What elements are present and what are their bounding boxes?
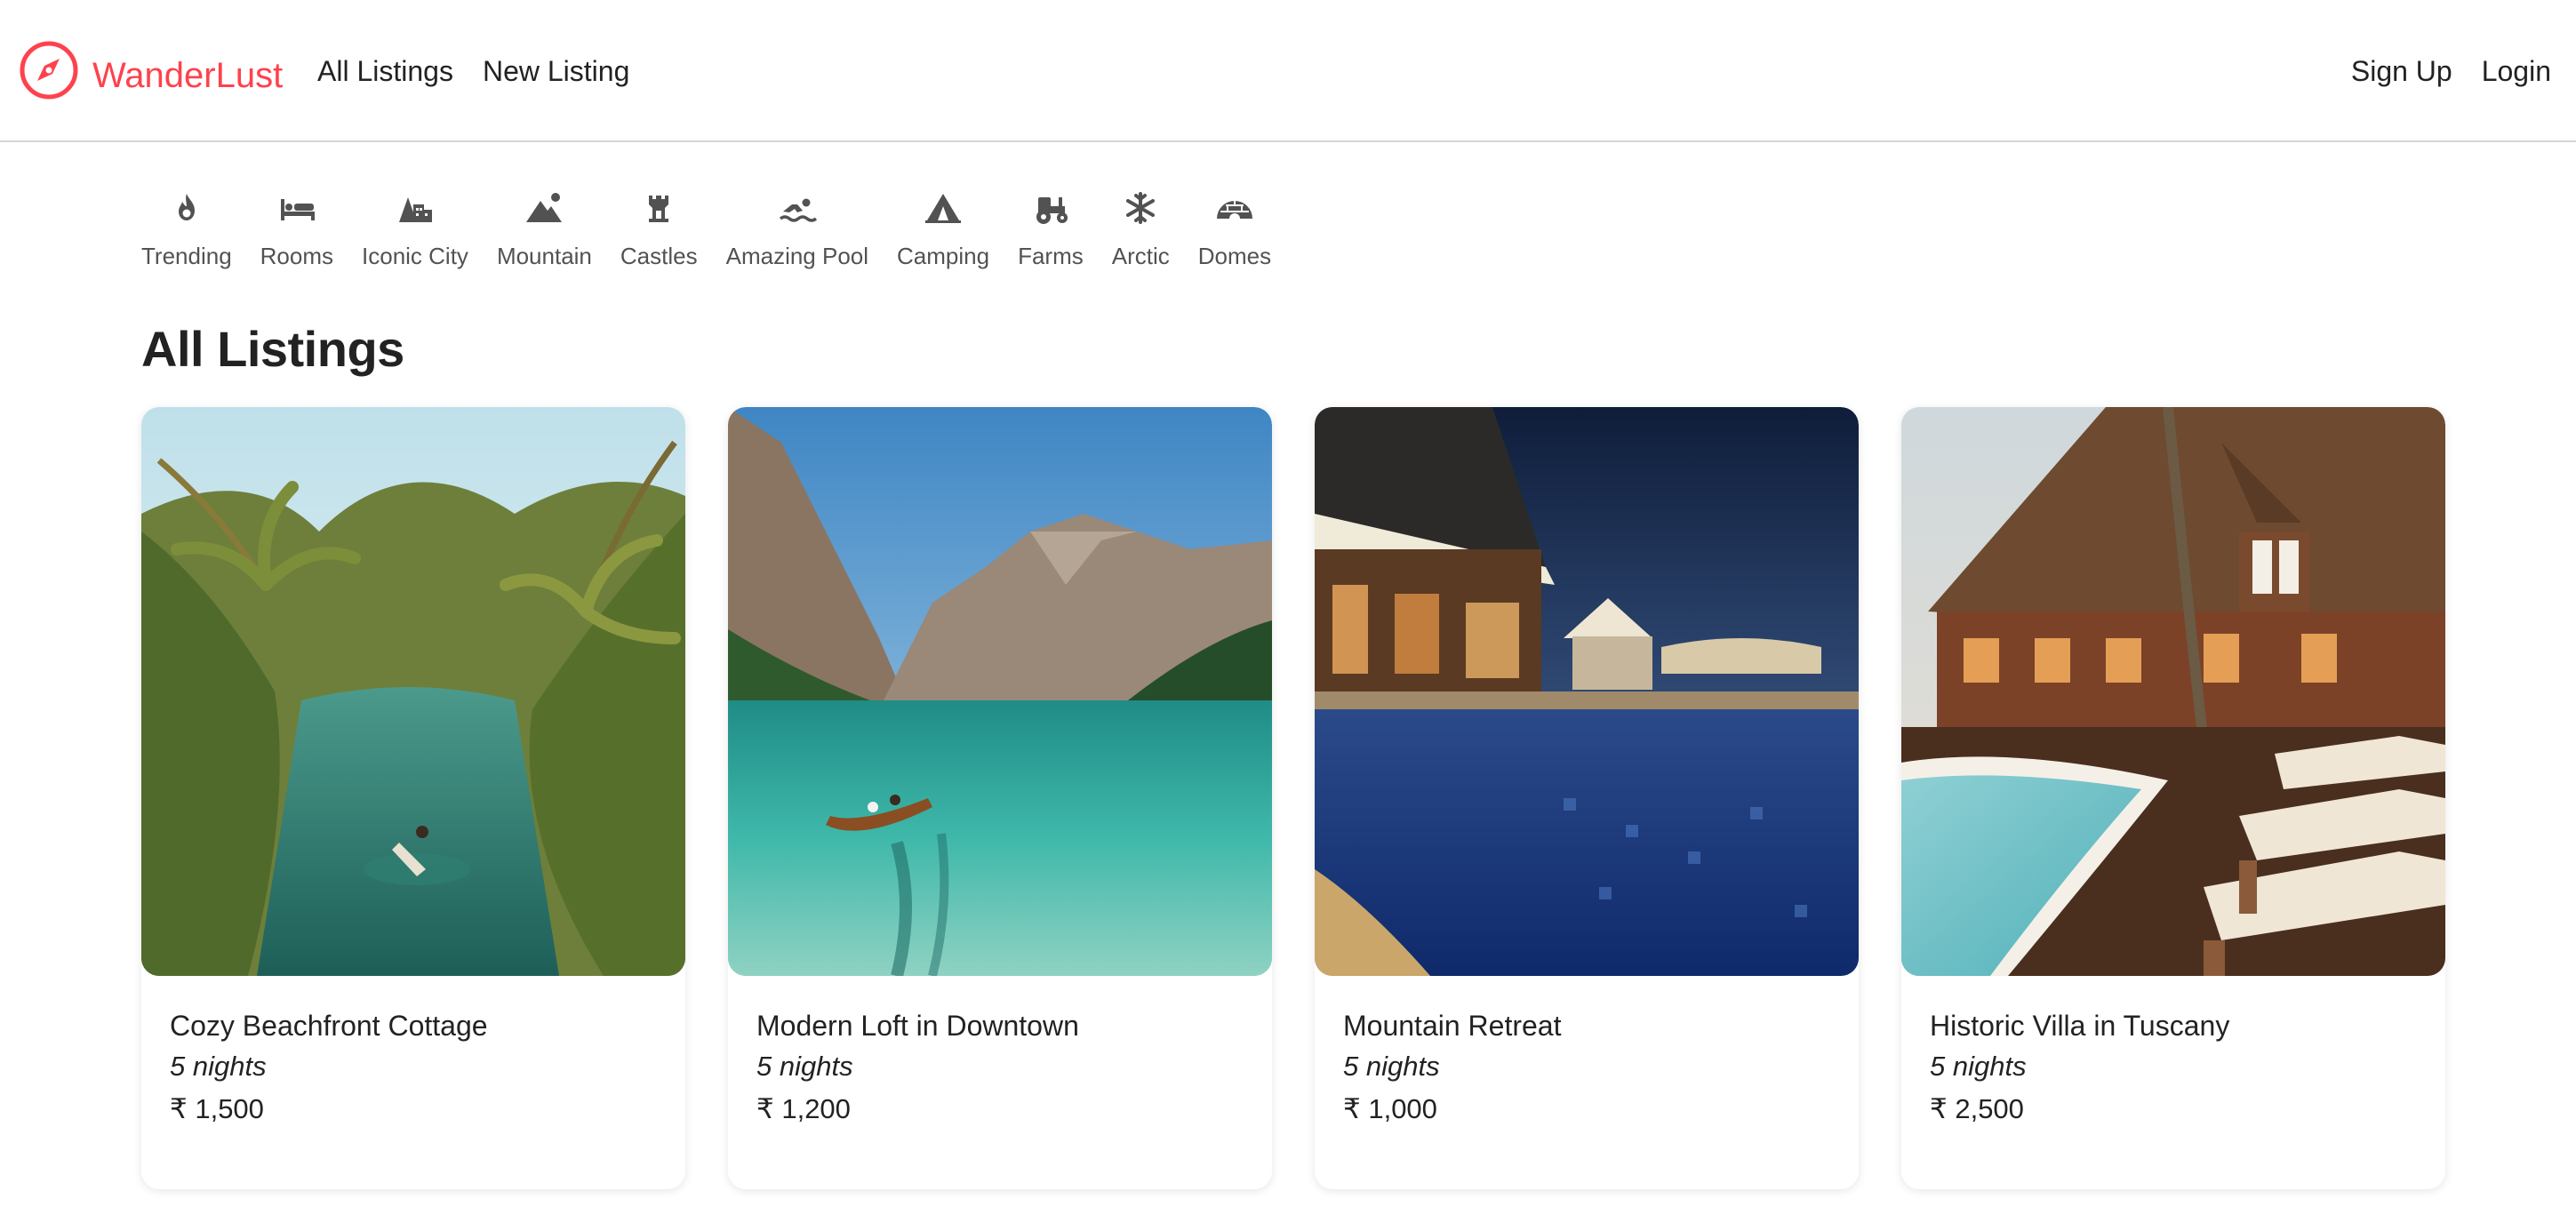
city-icon [398, 197, 432, 222]
filter-label: Domes [1197, 243, 1272, 269]
nav-links-right: Sign Up Login [2351, 52, 2551, 91]
fire-icon [178, 194, 195, 220]
listing-price: ₹ 1,200 [756, 1093, 851, 1124]
compass-icon [20, 41, 78, 100]
nav-sign-up[interactable]: Sign Up [2351, 52, 2452, 91]
listing-card[interactable]: Cozy Beachfront Cottage 5 nights ₹ 1,500 [141, 407, 685, 1189]
nav-new-listing[interactable]: New Listing [483, 52, 629, 91]
listing-card[interactable]: Modern Loft in Downtown 5 nights ₹ 1,200 [728, 407, 1272, 1189]
listing-info: Cozy Beachfront Cottage 5 nights ₹ 1,500 [141, 976, 685, 1131]
listing-nights: 5 nights [1930, 1051, 2027, 1082]
filter-label: Camping [897, 243, 990, 269]
listing-nights: 5 nights [1343, 1051, 1440, 1082]
listing-nights: 5 nights [170, 1051, 267, 1082]
listing-image[interactable] [1901, 407, 2445, 976]
filter-trending[interactable]: Trending [141, 187, 232, 270]
tent-icon [925, 194, 962, 223]
filter-iconic-city[interactable]: Iconic City [362, 187, 468, 270]
nav-login[interactable]: Login [2482, 52, 2551, 91]
listing-info: Modern Loft in Downtown 5 nights ₹ 1,200 [728, 976, 1272, 1131]
filter-castles[interactable]: Castles [620, 187, 698, 270]
listing-card[interactable]: Mountain Retreat 5 nights ₹ 1,000 [1315, 407, 1859, 1189]
listing-image[interactable] [728, 407, 1272, 976]
filter-mountain[interactable]: Mountain [497, 187, 592, 270]
navbar: WanderLust All Listings New Listing Sign… [0, 0, 2576, 142]
listing-price: ₹ 1,500 [170, 1093, 264, 1124]
listing-card[interactable]: Historic Villa in Tuscany 5 nights ₹ 2,5… [1901, 407, 2445, 1189]
listing-image[interactable] [141, 407, 685, 976]
filter-label: Iconic City [362, 243, 468, 269]
listing-info: Mountain Retreat 5 nights ₹ 1,000 [1315, 976, 1859, 1131]
listing-price: ₹ 1,000 [1343, 1093, 1437, 1124]
filter-farms[interactable]: Farms [1018, 187, 1084, 270]
filter-rooms[interactable]: Rooms [260, 187, 333, 270]
bed-icon [280, 199, 315, 220]
tractor-icon [1036, 197, 1068, 224]
listings-grid: Cozy Beachfront Cottage 5 nights ₹ 1,500 [141, 407, 2445, 1189]
listing-info: Historic Villa in Tuscany 5 nights ₹ 2,5… [1901, 976, 2445, 1131]
filter-label: Farms [1018, 243, 1084, 269]
snowflake-icon [1126, 192, 1156, 224]
filter-label: Trending [141, 243, 232, 269]
filter-arctic[interactable]: Arctic [1112, 187, 1170, 270]
listing-title: Cozy Beachfront Cottage [170, 1010, 488, 1042]
filter-label: Arctic [1111, 243, 1170, 269]
page-title: All Listings [141, 321, 404, 377]
nav-all-listings[interactable]: All Listings [317, 52, 453, 91]
brand-name: WanderLust [92, 56, 284, 95]
listing-title: Modern Loft in Downtown [756, 1010, 1079, 1042]
listing-title: Mountain Retreat [1343, 1010, 1562, 1042]
filter-label: Amazing Pool [725, 243, 869, 269]
castle-tower-icon [649, 196, 669, 222]
brand-link[interactable]: WanderLust [20, 39, 283, 101]
listing-nights: 5 nights [756, 1051, 853, 1082]
filter-amazing-pool[interactable]: Amazing Pool [726, 187, 868, 270]
listing-price: ₹ 2,500 [1930, 1093, 2024, 1124]
filter-label: Castles [620, 243, 698, 269]
listing-title: Historic Villa in Tuscany [1930, 1010, 2230, 1042]
category-filters: Trending Rooms Iconic City Mountain Cast… [141, 187, 1271, 270]
filter-camping[interactable]: Camping [897, 187, 989, 270]
filter-label: Mountain [496, 243, 592, 269]
filter-label: Rooms [260, 243, 334, 269]
filter-domes[interactable]: Domes [1198, 187, 1271, 270]
igloo-icon [1216, 201, 1252, 219]
nav-links-left: All Listings New Listing [317, 52, 629, 91]
mountain-sun-icon [526, 193, 563, 222]
listing-image[interactable] [1315, 407, 1859, 976]
swimmer-icon [779, 198, 817, 222]
